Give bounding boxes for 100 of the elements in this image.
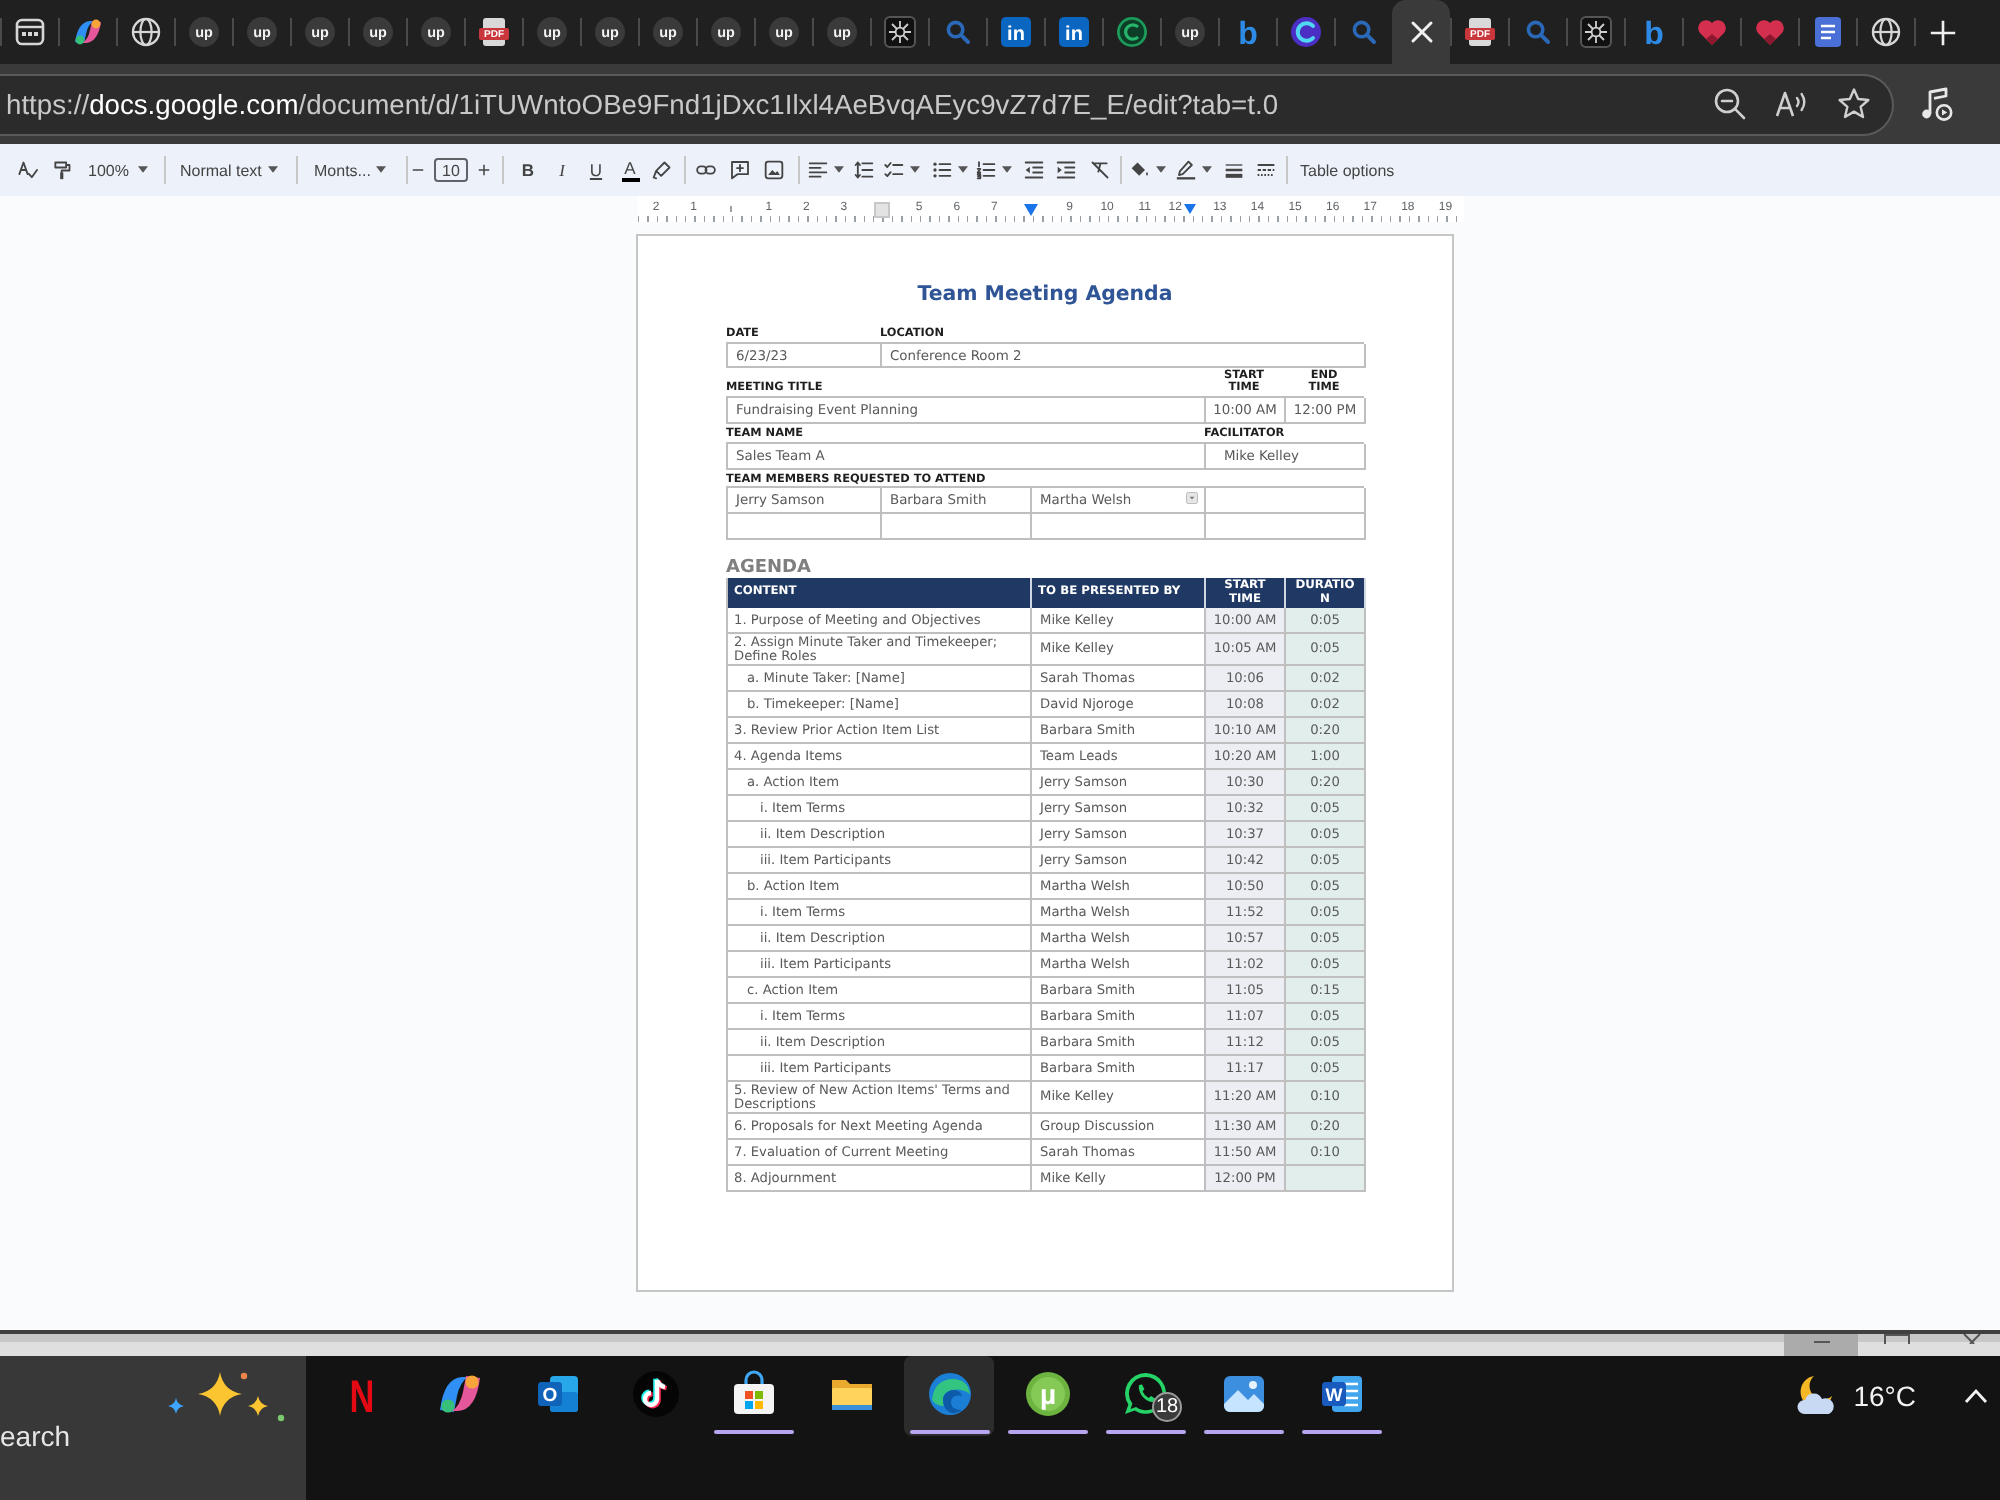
link-icon[interactable] <box>696 160 716 180</box>
taskbar-app-button[interactable] <box>904 1356 994 1436</box>
bullet-list-button[interactable] <box>932 160 968 180</box>
letter-icon: b <box>1637 16 1669 48</box>
text-color-button[interactable]: A <box>620 159 640 181</box>
document-title: Team Meeting Agenda <box>915 282 1175 310</box>
border-width-icon[interactable] <box>1224 160 1244 180</box>
ring-icon <box>1115 16 1147 48</box>
read-aloud-icon[interactable] <box>1774 86 1810 122</box>
document-icon <box>1811 16 1843 48</box>
photo-icon <box>1219 1370 1267 1418</box>
letter-tile-icon: in <box>999 16 1031 48</box>
search-icon <box>1521 16 1553 48</box>
caret-icon <box>910 166 920 174</box>
search-icon <box>1347 16 1379 48</box>
taskbar-app-button[interactable]: N <box>316 1356 406 1436</box>
weather-icon[interactable] <box>1791 1371 1840 1419</box>
plus-icon <box>1928 17 1958 47</box>
spellcheck-icon[interactable] <box>18 160 38 180</box>
address-bar[interactable]: https://docs.google.com/document/d/1iTUWntoOBe9Fnd1jDxc1Ilxl4AeBvqAEyc9vZ7d7E_E/edit?tab=t.0 <box>0 73 1894 135</box>
format-button[interactable]: U <box>586 160 606 180</box>
column-marker-icon[interactable] <box>873 201 890 217</box>
table-options-button[interactable]: Table options <box>1300 161 1395 179</box>
letter-logo-icon: N <box>337 1370 385 1418</box>
zoom-dropdown[interactable]: 100% <box>84 161 152 179</box>
music-note-icon <box>631 1370 679 1418</box>
temperature-text[interactable]: 16°C <box>1853 1379 1916 1411</box>
zoom-out-icon[interactable] <box>1712 86 1748 122</box>
dropdown-icon[interactable] <box>1186 492 1198 504</box>
letter-tile-icon: in <box>1057 16 1089 48</box>
fill-color-button[interactable] <box>1130 160 1166 180</box>
browser-tab[interactable]: in <box>1044 0 1102 64</box>
style-dropdown[interactable]: Normal text <box>176 161 282 179</box>
minus-icon[interactable] <box>412 164 424 176</box>
border-color-button[interactable] <box>1176 160 1212 180</box>
heart-icon <box>1695 16 1727 48</box>
shopping-bag-icon <box>729 1370 777 1418</box>
checklist-button[interactable] <box>884 160 920 180</box>
font-dropdown[interactable]: Monts... <box>310 161 390 179</box>
chevron-up-icon[interactable] <box>1964 1387 1988 1403</box>
line-spacing-icon[interactable] <box>854 160 874 180</box>
caret-icon <box>376 166 387 174</box>
font-size-field[interactable]: 10 <box>434 158 468 182</box>
align-left-icon <box>808 160 828 180</box>
plus-icon[interactable] <box>478 164 490 176</box>
clear-formatting-icon[interactable] <box>1090 160 1110 180</box>
swirl-logo-icon <box>435 1370 483 1418</box>
star-icon[interactable] <box>1836 86 1872 122</box>
taskbar-app-button[interactable]: W <box>1296 1356 1386 1436</box>
caret-icon <box>138 166 148 174</box>
section-heading: AGENDA <box>726 558 813 578</box>
caret-icon <box>1202 166 1212 174</box>
border-dash-icon[interactable] <box>1256 160 1276 180</box>
caret-icon <box>958 166 968 174</box>
heart-icon <box>1753 16 1785 48</box>
asterisk-tile-icon <box>1579 16 1611 48</box>
add-comment-icon[interactable] <box>730 160 750 180</box>
bullet-list-icon <box>932 160 952 180</box>
swirl-logo-icon <box>71 16 103 48</box>
pen-line-icon <box>1176 160 1196 180</box>
taskbar-app-button[interactable]: 18 <box>1100 1356 1190 1436</box>
paint-format-icon[interactable] <box>52 160 72 180</box>
asterisk-tile-icon <box>883 16 915 48</box>
table-cell <box>1286 1166 1366 1192</box>
checklist-icon <box>884 160 904 180</box>
ring-icon <box>1289 16 1321 48</box>
globe-icon <box>129 16 161 48</box>
close-icon[interactable] <box>1960 1334 1984 1344</box>
image-icon[interactable] <box>764 160 784 180</box>
window-icon <box>13 16 45 48</box>
music-note-icon[interactable] <box>1918 86 1954 122</box>
letter-circle-icon: µ <box>1023 1370 1071 1418</box>
indent-marker-icon[interactable] <box>1183 204 1196 214</box>
caret-icon <box>1156 166 1166 174</box>
highlighter-icon[interactable] <box>652 160 672 180</box>
decrease-indent-icon[interactable] <box>1024 160 1044 180</box>
search-field[interactable]: earch <box>0 1356 306 1500</box>
browser-tab[interactable]: b <box>1218 0 1276 64</box>
browser-tab[interactable] <box>1392 0 1450 64</box>
caret-icon <box>834 166 844 174</box>
browser-tab[interactable]: b <box>1624 0 1682 64</box>
minus-icon <box>1813 1340 1829 1344</box>
numbered-list-button[interactable] <box>976 160 1012 180</box>
paint-bucket-icon <box>1130 160 1150 180</box>
search-icon <box>941 16 973 48</box>
caret-icon <box>1002 166 1012 174</box>
letter-icon: b <box>1231 16 1263 48</box>
format-button[interactable]: B <box>518 160 538 180</box>
increase-indent-icon[interactable] <box>1056 160 1076 180</box>
indent-marker-icon[interactable] <box>1024 203 1039 215</box>
maximize-icon[interactable] <box>1884 1334 1910 1344</box>
wave-logo-icon <box>925 1370 973 1418</box>
numbered-list-icon <box>976 160 996 180</box>
align-button[interactable] <box>808 160 844 180</box>
caret-icon <box>268 166 278 174</box>
globe-icon <box>1869 16 1901 48</box>
notification-badge: 18 <box>1152 1392 1183 1422</box>
format-button[interactable]: I <box>552 160 572 180</box>
taskbar-app-button[interactable]: O <box>512 1356 602 1436</box>
browser-tab[interactable]: in <box>986 0 1044 64</box>
